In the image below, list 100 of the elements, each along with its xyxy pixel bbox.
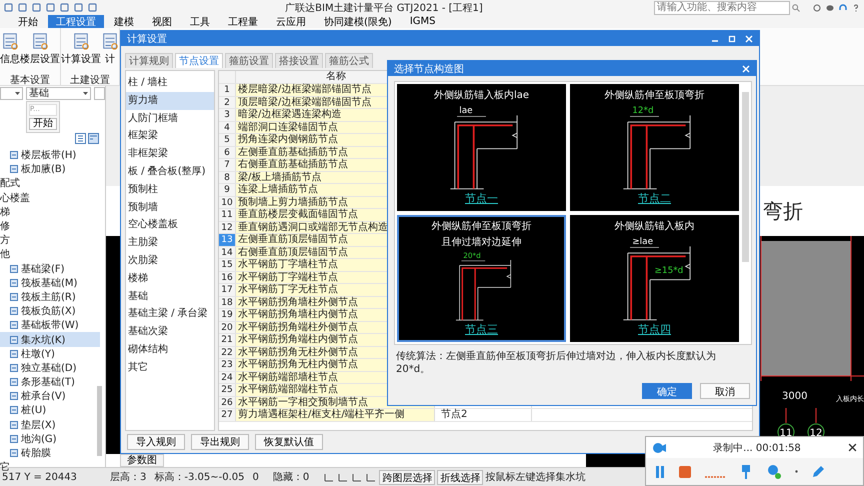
menu-tab[interactable]: 建模 <box>106 15 142 28</box>
row-number[interactable]: 12 <box>219 222 236 233</box>
tree-item[interactable]: 他 <box>0 247 90 262</box>
tree-item[interactable]: 桩承台(V) <box>0 389 100 404</box>
dialog-tab[interactable]: 箍筋设置 <box>225 53 273 68</box>
category-item[interactable]: 剪力墙 <box>126 92 214 110</box>
tree-item[interactable]: 集水坑(K) <box>0 332 100 347</box>
tree-item[interactable]: 筏板主筋(R) <box>0 290 100 304</box>
row-number[interactable]: 21 <box>219 334 236 346</box>
ribbon-button[interactable]: 计 <box>101 28 119 73</box>
dialog-tab[interactable]: 节点设置 <box>175 53 223 68</box>
dialog-button[interactable]: 导入规则 <box>127 434 185 450</box>
row-number[interactable]: 1 <box>219 84 236 96</box>
ribbon-button[interactable]: 信息 <box>0 28 20 73</box>
dialog-button[interactable]: 导出规则 <box>191 434 249 450</box>
node-option[interactable]: 外侧纵筋伸至板顶弯折 且伸过墙对边延伸 20*d 节点三 <box>397 215 566 342</box>
row-number[interactable]: 19 <box>219 309 236 320</box>
tree-item[interactable]: 砖胎膜 <box>0 446 100 460</box>
node-link[interactable]: 节点四 <box>638 322 671 337</box>
menu-tab[interactable]: 协同建模(限免) <box>316 15 400 28</box>
row-number[interactable]: 26 <box>219 396 236 408</box>
menu-tab[interactable]: 开始 <box>10 15 46 28</box>
dialog-button[interactable]: 取消 <box>700 383 750 399</box>
dialog-tab[interactable]: 箍筋公式 <box>325 53 373 68</box>
category-item[interactable]: 非框架梁 <box>126 145 214 163</box>
table-cell[interactable]: 节点2 <box>435 409 532 420</box>
row-number[interactable]: 5 <box>219 134 236 146</box>
category-item[interactable]: 基础次梁 <box>126 323 214 341</box>
status-button[interactable]: 跨图层选择 <box>379 470 436 484</box>
node-option[interactable]: 外侧纵筋锚入板内lae lae 节点一 <box>397 84 566 211</box>
dialog-tab[interactable]: 计算规则 <box>125 53 173 68</box>
category-item[interactable]: 基础 <box>126 288 214 306</box>
category-item[interactable]: 人防门框墙 <box>126 110 214 128</box>
category-item[interactable]: 主肋梁 <box>126 234 214 252</box>
tree-item[interactable]: 配式 <box>0 176 90 191</box>
category-item[interactable]: 基础主梁 / 承台梁 <box>126 305 214 324</box>
row-number[interactable]: 2 <box>219 96 236 108</box>
category-item[interactable]: 次肋梁 <box>126 252 214 270</box>
menu-tab[interactable]: 工具 <box>182 15 218 28</box>
node-link[interactable]: 节点三 <box>465 322 498 337</box>
dialog-button[interactable]: 确定 <box>642 383 692 399</box>
category-item[interactable]: 砌体结构 <box>126 340 214 359</box>
menu-tab[interactable]: 工程量 <box>220 15 266 28</box>
row-number[interactable]: 15 <box>219 259 236 270</box>
category-item[interactable]: 预制柱 <box>126 180 214 199</box>
node-option[interactable]: 外侧纵筋锚入板内 ≥lae ≥15*d 节点四 <box>570 215 739 342</box>
menu-tab[interactable]: 视图 <box>144 15 180 28</box>
row-number[interactable]: 24 <box>219 372 236 383</box>
tree-item[interactable]: 筏板基础(M) <box>0 276 100 290</box>
row-number[interactable]: 18 <box>219 296 236 308</box>
category-item[interactable]: 空心楼盖板 <box>126 216 214 234</box>
row-number[interactable]: 27 <box>219 409 236 420</box>
tree-item[interactable]: 垫层(X) <box>0 418 100 432</box>
row-number[interactable]: 6 <box>219 146 236 158</box>
row-number[interactable]: 23 <box>219 359 236 370</box>
tree-item[interactable]: 楼层板带(H) <box>0 148 100 162</box>
row-number[interactable]: 11 <box>219 209 236 220</box>
node-link[interactable]: 节点二 <box>638 191 671 206</box>
tree-item[interactable]: 修 <box>0 218 90 234</box>
row-number[interactable]: 4 <box>219 122 236 133</box>
tree-item[interactable]: 基础板带(W) <box>0 318 100 332</box>
tree-item[interactable]: 柱墩(Y) <box>0 346 100 361</box>
node-option[interactable]: 外侧纵筋伸至板顶弯折 12*d 节点二 <box>570 84 739 211</box>
tree-item[interactable]: 方 <box>0 233 90 248</box>
ribbon-button[interactable]: 计算设置 <box>61 28 101 73</box>
start-button[interactable]: 开始 <box>29 118 57 130</box>
tree-item[interactable]: 条形基础(T) <box>0 375 100 390</box>
tree-item[interactable]: 基础梁(F) <box>0 262 100 276</box>
row-number[interactable]: 16 <box>219 272 236 283</box>
category-item[interactable]: 预制墙 <box>126 198 214 216</box>
tree-item[interactable]: 板加腋(B) <box>0 162 100 176</box>
row-number[interactable]: 9 <box>219 184 236 196</box>
dialog-tab[interactable]: 搭接设置 <box>275 53 323 68</box>
dialog-button[interactable]: 恢复默认值 <box>255 434 323 450</box>
row-number[interactable]: 20 <box>219 322 236 333</box>
category-item[interactable]: 板 / 叠合板(整厚) <box>126 162 214 181</box>
row-number[interactable]: 10 <box>219 196 236 208</box>
bottom-tab[interactable]: 参数图 <box>120 454 164 467</box>
row-number[interactable]: 22 <box>219 346 236 358</box>
row-number[interactable]: 17 <box>219 284 236 296</box>
menu-tab[interactable]: 工程设置 <box>48 15 104 28</box>
tree-item[interactable]: 独立基础(D) <box>0 360 100 375</box>
status-button[interactable]: 折线选择 <box>437 470 484 484</box>
ribbon-button[interactable]: 楼层设置 <box>20 28 60 73</box>
tree-item[interactable]: 梯 <box>0 204 90 219</box>
dropdown[interactable]: 基础 <box>26 87 91 100</box>
menu-tab[interactable]: 云应用 <box>268 15 314 28</box>
category-item[interactable]: 框架梁 <box>126 127 214 146</box>
row-number[interactable]: 8 <box>219 172 236 183</box>
node-link[interactable]: 节点一 <box>465 191 498 206</box>
tree-item[interactable]: 地沟(G) <box>0 432 100 446</box>
row-number[interactable]: 25 <box>219 384 236 396</box>
tree-item[interactable]: 心楼盖 <box>0 190 90 205</box>
menu-tab[interactable]: IGMS <box>402 15 444 28</box>
tree-item[interactable]: 筏板负筋(X) <box>0 304 100 318</box>
category-item[interactable]: 柱 / 墙柱 <box>126 74 214 92</box>
category-item[interactable]: 楼梯 <box>126 270 214 288</box>
category-item[interactable]: 其它 <box>126 358 214 377</box>
search-field[interactable]: 请输入功能、搜索内容 <box>654 0 790 14</box>
row-number[interactable]: 14 <box>219 246 236 258</box>
